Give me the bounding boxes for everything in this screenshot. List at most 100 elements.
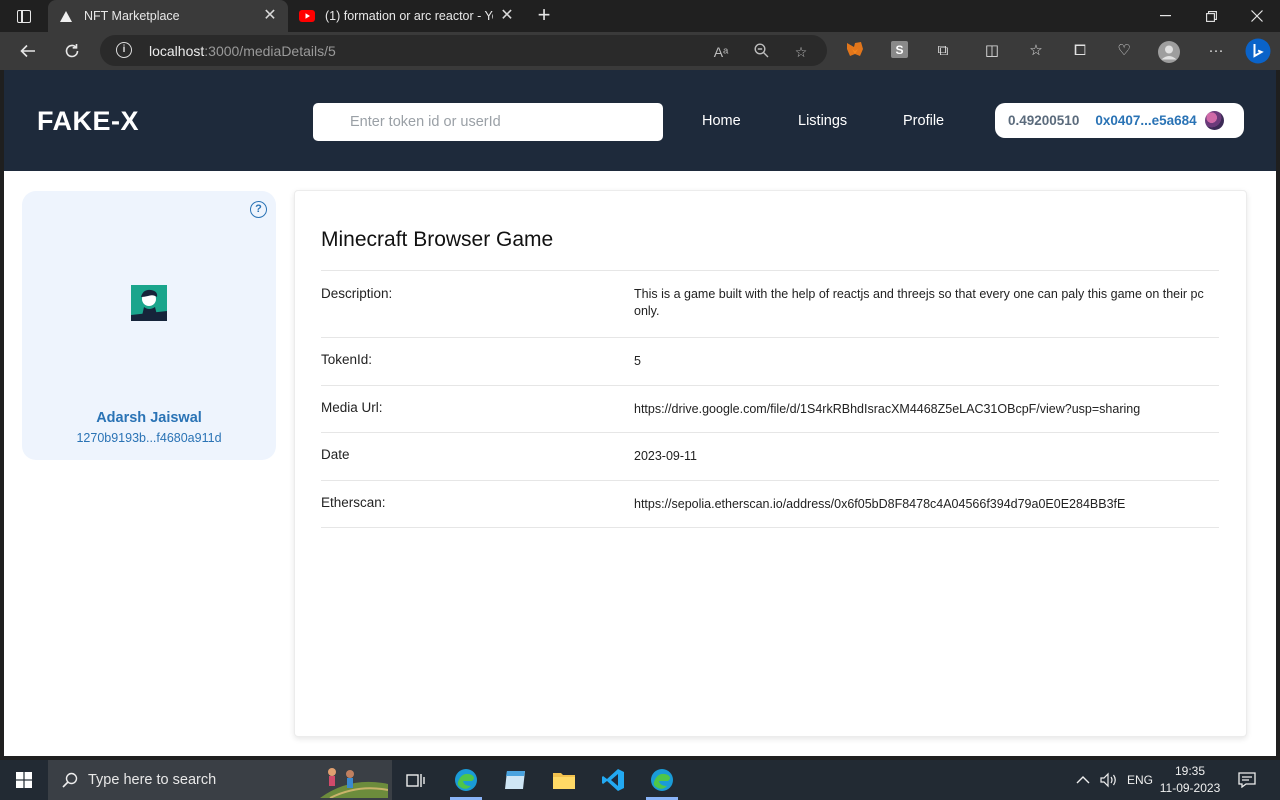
detail-row-tokenid: TokenId: 5 <box>321 337 1219 385</box>
taskbar-vscode[interactable] <box>589 760 637 800</box>
search-icon <box>62 772 78 788</box>
more-options-icon[interactable]: ··· <box>1206 41 1226 61</box>
task-view-button[interactable] <box>392 760 440 800</box>
tab-title: (1) formation or arc reactor - You <box>325 9 493 23</box>
search-highlight-illustration-icon <box>320 768 388 798</box>
url-text[interactable]: localhost:3000/mediaDetails/5 <box>149 43 336 59</box>
wallet-avatar-icon <box>1204 111 1224 130</box>
tab-title: NFT Marketplace <box>84 9 180 23</box>
zoom-out-icon[interactable] <box>752 43 770 61</box>
back-arrow-icon <box>20 44 35 58</box>
favorites-icon[interactable]: ☆ <box>1026 41 1046 61</box>
wallet-address: 0x0407...e5a684 <box>1095 113 1197 128</box>
tab-actions-icon <box>17 9 31 23</box>
owner-id[interactable]: 1270b9193b...f4680a911d <box>22 431 276 445</box>
detail-label: Etherscan: <box>321 495 386 510</box>
media-details-card: Minecraft Browser Game Description: This… <box>294 190 1247 737</box>
task-view-icon <box>406 774 425 787</box>
detail-value: https://drive.google.com/file/d/1S4rkRBh… <box>634 402 1141 416</box>
minimize-icon <box>1159 15 1171 17</box>
windows-taskbar: Type here to search ENG 19:35 11-09-2023 <box>0 760 1280 800</box>
browser-toolbar: i localhost:3000/mediaDetails/5 Aᵃ ☆ S ⧉… <box>0 32 1280 70</box>
detail-value: https://sepolia.etherscan.io/address/0x6… <box>634 497 1126 511</box>
taskbar-search-box[interactable]: Type here to search <box>48 760 392 800</box>
detail-value: 2023-09-11 <box>634 449 698 463</box>
profile-avatar-icon[interactable] <box>1158 41 1180 63</box>
performance-icon[interactable]: ♡ <box>1114 41 1134 61</box>
notifications-button[interactable] <box>1238 760 1256 800</box>
page-viewport: FAKE-X Home Listings Profile 0.49200510 … <box>4 70 1276 756</box>
collections-icon[interactable]: ⧠ <box>1070 41 1090 61</box>
detail-row-media-url: Media Url: https://drive.google.com/file… <box>321 385 1219 432</box>
back-button[interactable] <box>13 36 43 66</box>
edge-icon <box>651 769 673 791</box>
detail-row-description: Description: This is a game built with t… <box>321 270 1219 337</box>
nav-profile[interactable]: Profile <box>903 113 944 129</box>
vscode-icon <box>602 769 624 791</box>
start-button[interactable] <box>0 760 48 800</box>
restore-button[interactable] <box>1188 0 1234 32</box>
windows-logo-icon <box>16 772 32 788</box>
page-content: ? Adarsh Jaiswal 1270b9193b...f4680a911d… <box>4 171 1276 756</box>
metamask-extension-icon[interactable] <box>845 41 865 61</box>
address-bar[interactable]: i localhost:3000/mediaDetails/5 Aᵃ ☆ <box>100 35 827 66</box>
taskbar-edge-second[interactable] <box>638 760 686 800</box>
detail-label: Media Url: <box>321 400 383 415</box>
token-search-input[interactable] <box>313 103 663 141</box>
taskbar-clock[interactable]: 19:35 11-09-2023 <box>1150 763 1230 797</box>
detail-label: Description: <box>321 286 393 301</box>
youtube-icon <box>299 8 315 24</box>
split-screen-icon[interactable]: ◫ <box>982 41 1002 61</box>
extensions-puzzle-icon[interactable]: ⧉ <box>933 41 953 61</box>
taskbar-file-explorer[interactable] <box>540 760 588 800</box>
refresh-icon <box>65 44 79 58</box>
chevron-up-icon <box>1076 776 1090 784</box>
close-tab-icon[interactable]: ✕ <box>262 8 278 24</box>
clock-date: 11-09-2023 <box>1159 781 1221 795</box>
notepad-icon <box>505 771 525 789</box>
wallet-badge[interactable]: 0.49200510 0x0407...e5a684 <box>995 103 1244 138</box>
volume-button[interactable] <box>1100 760 1118 800</box>
owner-profile-card: ? Adarsh Jaiswal 1270b9193b...f4680a911d <box>22 191 276 460</box>
detail-label: Date <box>321 447 350 462</box>
detail-label: TokenId: <box>321 352 373 367</box>
site-info-icon[interactable]: i <box>116 42 132 58</box>
close-tab-icon[interactable]: ✕ <box>499 8 515 24</box>
browser-tab-nft-marketplace[interactable]: NFT Marketplace ✕ <box>48 0 288 32</box>
owner-name[interactable]: Adarsh Jaiswal <box>22 410 276 426</box>
read-aloud-icon[interactable]: Aᵃ <box>712 43 730 61</box>
minimize-button[interactable] <box>1142 0 1188 32</box>
clock-time: 19:35 <box>1174 764 1206 778</box>
speaker-icon <box>1100 772 1116 788</box>
nav-listings[interactable]: Listings <box>798 113 847 129</box>
detail-value: 5 <box>634 354 641 368</box>
wallet-balance: 0.49200510 <box>1008 113 1080 128</box>
s-extension-icon[interactable]: S <box>889 41 909 61</box>
owner-avatar <box>131 285 167 321</box>
show-hidden-icons-button[interactable] <box>1076 760 1090 800</box>
triangle-icon <box>58 8 74 24</box>
svg-text:S: S <box>895 43 903 57</box>
taskbar-edge-active[interactable] <box>442 760 490 800</box>
folder-icon <box>553 773 575 789</box>
detail-row-etherscan: Etherscan: https://sepolia.etherscan.io/… <box>321 480 1219 528</box>
close-icon <box>1251 10 1263 22</box>
notification-icon <box>1238 772 1256 788</box>
media-title: Minecraft Browser Game <box>321 228 554 251</box>
taskbar-notepad[interactable] <box>491 760 539 800</box>
favorite-star-icon[interactable]: ☆ <box>792 43 810 61</box>
detail-value: This is a game built with the help of re… <box>634 287 1204 318</box>
bing-copilot-icon[interactable] <box>1245 38 1271 64</box>
help-icon[interactable]: ? <box>250 201 267 218</box>
nav-home[interactable]: Home <box>702 113 741 129</box>
refresh-button[interactable] <box>57 36 87 66</box>
tab-actions-button[interactable] <box>8 4 40 28</box>
browser-tab-youtube[interactable]: (1) formation or arc reactor - You ✕ <box>289 0 525 32</box>
taskbar-search-placeholder: Type here to search <box>88 772 217 788</box>
brand-logo[interactable]: FAKE-X <box>37 106 139 137</box>
new-tab-button[interactable]: + <box>532 4 556 28</box>
detail-row-date: Date 2023-09-11 <box>321 432 1219 480</box>
browser-tabstrip: NFT Marketplace ✕ (1) formation or arc r… <box>0 0 1280 32</box>
close-window-button[interactable] <box>1234 0 1280 32</box>
restore-icon <box>1205 10 1217 22</box>
